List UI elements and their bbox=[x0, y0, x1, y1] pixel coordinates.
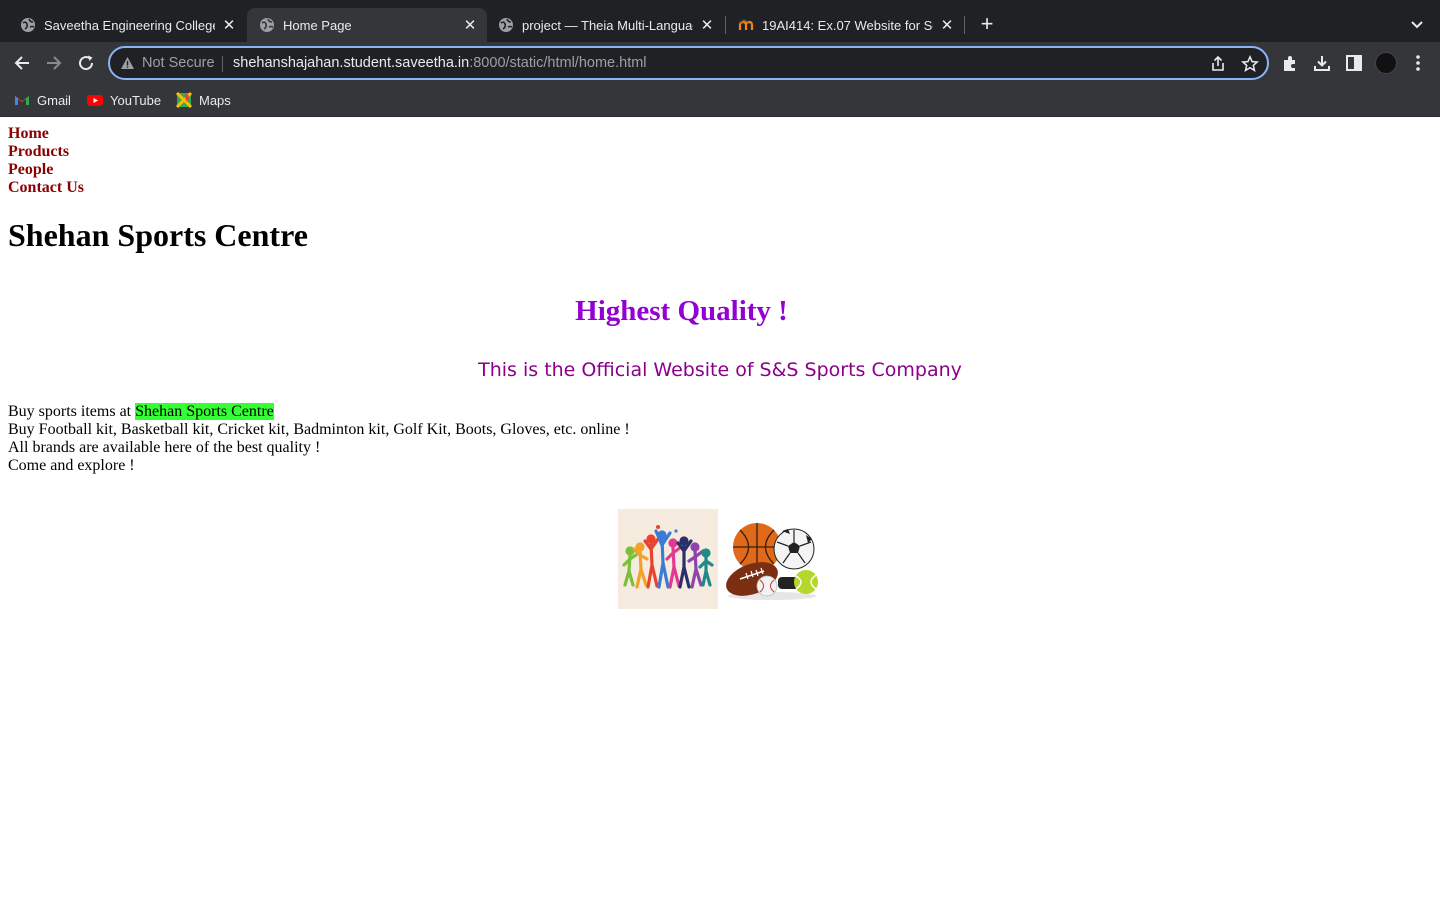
url-path: :8000/static/html/home.html bbox=[469, 55, 647, 71]
address-bar[interactable]: Not Secure shehanshajahan.student.saveet… bbox=[108, 46, 1269, 80]
divider bbox=[222, 56, 223, 72]
chevron-down-icon[interactable] bbox=[1408, 15, 1426, 33]
security-label[interactable]: Not Secure bbox=[142, 55, 215, 71]
maps-icon bbox=[176, 92, 192, 108]
profile-avatar[interactable] bbox=[1375, 52, 1397, 74]
url-host: shehanshajahan.student.saveetha.in bbox=[233, 55, 470, 71]
tab-strip: Saveetha Engineering College ✕ Home Page… bbox=[0, 0, 1440, 42]
brands-line: All brands are available here of the bes… bbox=[8, 439, 321, 456]
reload-button[interactable] bbox=[74, 51, 98, 75]
official-website-subtitle: This is the Official Website of S&S Spor… bbox=[478, 359, 962, 381]
globe-icon bbox=[21, 18, 35, 32]
bookmark-label: Maps bbox=[199, 92, 231, 108]
explore-line: Come and explore ! bbox=[8, 457, 135, 474]
tab-moodle[interactable]: 19AI414: Ex.07 Website for Sof ✕ bbox=[726, 8, 964, 42]
tab-title: Home Page bbox=[283, 17, 352, 33]
download-icon[interactable] bbox=[1312, 53, 1332, 73]
arrow-left-icon bbox=[14, 56, 29, 70]
nav-link-home[interactable]: Home bbox=[8, 125, 49, 143]
nav-link-products[interactable]: Products bbox=[8, 143, 69, 161]
new-tab-button[interactable]: + bbox=[976, 13, 998, 35]
products-line: Buy Football kit, Basketball kit, Cricke… bbox=[8, 421, 630, 438]
share-icon[interactable] bbox=[1209, 55, 1227, 73]
nav-link-contact-us[interactable]: Contact Us bbox=[8, 179, 84, 197]
extensions-icon[interactable] bbox=[1280, 53, 1300, 73]
bookmark-label: YouTube bbox=[110, 92, 162, 108]
side-panel-icon[interactable] bbox=[1344, 53, 1364, 73]
tab-home-page[interactable]: Home Page ✕ bbox=[247, 8, 487, 42]
menu-icon[interactable] bbox=[1408, 53, 1428, 73]
tab-separator bbox=[964, 16, 965, 34]
reload-icon bbox=[79, 55, 94, 71]
bookmark-gmail[interactable]: Gmail bbox=[14, 92, 71, 108]
close-icon[interactable]: ✕ bbox=[462, 17, 478, 34]
back-button[interactable] bbox=[10, 51, 34, 75]
browser-toolbar: Not Secure shehanshajahan.student.saveet… bbox=[0, 42, 1440, 84]
bookmarks-bar: Gmail YouTube Maps bbox=[0, 84, 1440, 117]
url-text[interactable]: shehanshajahan.student.saveetha.in:8000/… bbox=[233, 55, 647, 71]
highlighted-store-name: Shehan Sports Centre bbox=[135, 403, 274, 420]
close-icon[interactable]: ✕ bbox=[939, 17, 955, 34]
tab-title: project — Theia Multi-Languag bbox=[522, 17, 693, 33]
tab-title: Saveetha Engineering College bbox=[44, 17, 215, 33]
star-icon[interactable] bbox=[1241, 55, 1259, 73]
moodle-icon bbox=[738, 19, 754, 30]
close-icon[interactable]: ✕ bbox=[221, 17, 237, 34]
warning-icon[interactable] bbox=[120, 56, 135, 70]
arrow-right-icon bbox=[47, 56, 62, 70]
tab-title: 19AI414: Ex.07 Website for Sof bbox=[762, 17, 933, 33]
gmail-icon bbox=[15, 96, 29, 105]
intro-line: Buy sports items at Shehan Sports Centre bbox=[8, 403, 274, 421]
globe-icon bbox=[260, 18, 274, 32]
site-title: Shehan Sports Centre bbox=[8, 217, 308, 253]
sports-players-image bbox=[618, 509, 718, 609]
tagline-heading: Highest Quality ! bbox=[575, 295, 788, 327]
bookmark-maps[interactable]: Maps bbox=[176, 92, 231, 108]
close-icon[interactable]: ✕ bbox=[699, 17, 715, 34]
youtube-icon bbox=[87, 95, 103, 106]
globe-icon bbox=[499, 18, 513, 32]
sports-balls-image bbox=[722, 509, 822, 609]
forward-button[interactable] bbox=[42, 51, 66, 75]
bookmark-label: Gmail bbox=[37, 92, 71, 108]
tab-saveetha[interactable]: Saveetha Engineering College ✕ bbox=[8, 8, 246, 42]
intro-prefix: Buy sports items at bbox=[8, 403, 136, 420]
nav-link-people[interactable]: People bbox=[8, 161, 53, 179]
web-page: Home Products People Contact Us Shehan S… bbox=[0, 117, 1440, 900]
tab-theia[interactable]: project — Theia Multi-Languag ✕ bbox=[486, 8, 724, 42]
bookmark-youtube[interactable]: YouTube bbox=[87, 92, 161, 108]
